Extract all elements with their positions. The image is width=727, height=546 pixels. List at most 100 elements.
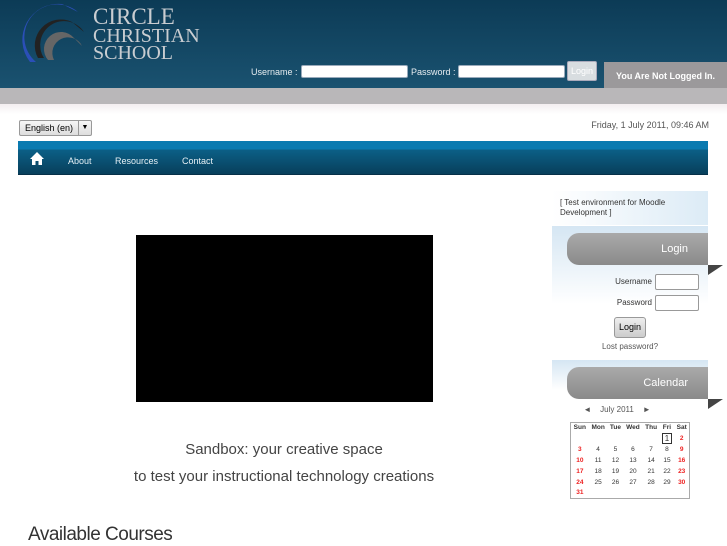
- login-username-label: Username: [615, 277, 652, 286]
- calendar-day-header: Thu: [645, 424, 658, 432]
- calendar-week: 12: [571, 432, 690, 444]
- calendar-day: [571, 433, 589, 444]
- calendar-day-number: 8: [665, 445, 669, 453]
- calendar-day[interactable]: 12: [608, 455, 624, 466]
- calendar-day[interactable]: 26: [608, 477, 624, 488]
- calendar-day[interactable]: 30: [674, 477, 689, 488]
- calendar-day[interactable]: 20: [623, 466, 642, 477]
- header-password-input[interactable]: [458, 65, 565, 78]
- current-date: Friday, 1 July 2011, 09:46 AM: [591, 120, 709, 130]
- calendar-day-number: 4: [596, 445, 600, 453]
- calendar-day-number: 2: [679, 434, 684, 442]
- calendar-day-number: 20: [629, 467, 637, 475]
- calendar-day-number: 26: [611, 478, 620, 486]
- login-button[interactable]: Login: [614, 317, 646, 338]
- calendar-day-number: 29: [663, 478, 671, 486]
- calendar-day-number: 1: [661, 432, 673, 444]
- calendar-day[interactable]: 22: [660, 466, 675, 477]
- header-band: [0, 88, 727, 104]
- calendar-day-number: 27: [629, 478, 637, 486]
- calendar-day[interactable]: 23: [674, 466, 689, 477]
- calendar-day-number: 30: [678, 478, 686, 486]
- calendar-day[interactable]: 8: [660, 444, 675, 455]
- calendar-day[interactable]: 15: [660, 455, 675, 466]
- calendar-day[interactable]: 28: [643, 477, 660, 488]
- calendar-day: [608, 433, 624, 444]
- calendar-day[interactable]: 6: [623, 444, 642, 455]
- calendar-day: [660, 488, 675, 499]
- header-username-input[interactable]: [301, 65, 408, 78]
- calendar-day-number: 10: [576, 456, 584, 464]
- ribbon-fold: [708, 399, 723, 409]
- calendar-week: 10 11 12 13 14 15 16: [571, 455, 690, 466]
- language-value: English (en): [25, 123, 74, 133]
- calendar-day-number: 31: [576, 489, 584, 497]
- calendar-day[interactable]: 21: [643, 466, 660, 477]
- calendar-day[interactable]: 4: [589, 444, 608, 455]
- prev-month-button[interactable]: ◄: [583, 405, 591, 414]
- calendar-day[interactable]: 5: [608, 444, 624, 455]
- calendar-day-number: 22: [663, 467, 671, 475]
- calendar-day[interactable]: 14: [643, 455, 660, 466]
- calendar-day[interactable]: 11: [589, 455, 608, 466]
- calendar-day[interactable]: 16: [674, 455, 689, 466]
- calendar-day[interactable]: 19: [608, 466, 624, 477]
- next-month-button[interactable]: ►: [643, 405, 651, 414]
- nav-resources[interactable]: Resources: [115, 156, 158, 166]
- calendar-week: 3 4 5 6 7 8 9: [571, 444, 690, 455]
- header-fade: [0, 104, 727, 114]
- calendar-day-number: 12: [611, 456, 620, 464]
- calendar-day-number: 28: [647, 478, 655, 486]
- video-player[interactable]: [136, 235, 433, 402]
- school-name-logo: Circle Christian School: [93, 4, 200, 64]
- calendar-day-number: 15: [663, 456, 671, 464]
- calendar-day: [608, 488, 624, 499]
- calendar-day-number: 14: [647, 456, 655, 464]
- lost-password-link[interactable]: Lost password?: [552, 342, 708, 351]
- home-icon[interactable]: [30, 152, 44, 165]
- calendar-day-number: 24: [576, 478, 584, 486]
- nav-about[interactable]: About: [68, 156, 92, 166]
- calendar-day-number: 19: [611, 467, 620, 475]
- calendar-day[interactable]: 1: [660, 432, 675, 444]
- test-environment-note: [ Test environment for Moodle Developmen…: [552, 191, 708, 225]
- tagline-2: to test your instructional technology cr…: [133, 468, 435, 485]
- calendar-day[interactable]: 18: [589, 466, 608, 477]
- calendar-day-number: 6: [631, 445, 635, 453]
- calendar-day[interactable]: 27: [623, 477, 642, 488]
- calendar-day[interactable]: 31: [571, 488, 589, 499]
- calendar-day-header: Wed: [626, 424, 640, 432]
- calendar-month-nav: ◄ July 2011 ►: [552, 405, 682, 414]
- calendar-day[interactable]: 7: [643, 444, 660, 455]
- calendar-day[interactable]: 29: [660, 477, 675, 488]
- calendar-day[interactable]: 13: [623, 455, 642, 466]
- calendar-day-header: Sat: [676, 424, 687, 432]
- login-username-input[interactable]: [655, 274, 699, 290]
- available-courses-heading: Available Courses: [28, 524, 173, 545]
- calendar-day[interactable]: 2: [674, 433, 689, 444]
- language-select[interactable]: English (en) ▼: [19, 120, 92, 136]
- login-block-title: Login: [567, 233, 708, 265]
- school-logo-icon: [22, 3, 84, 63]
- login-password-input[interactable]: [655, 295, 699, 311]
- header-login-button[interactable]: Login: [567, 61, 597, 81]
- calendar-day-header: Fri: [662, 424, 672, 432]
- calendar-day-number: 5: [613, 445, 618, 453]
- calendar-day[interactable]: 9: [674, 444, 689, 455]
- calendar-day-header: Tue: [609, 424, 621, 432]
- calendar-table: Sun Mon Tue Wed Thu Fri Sat 1 2 3 4 5 6 7 8 9 10 11 12 13 14…: [570, 422, 690, 499]
- ribbon-fold: [708, 265, 723, 275]
- calendar-day[interactable]: 24: [571, 477, 589, 488]
- username-label: Username :: [251, 67, 298, 77]
- calendar-day[interactable]: 10: [571, 455, 589, 466]
- nav-contact[interactable]: Contact: [182, 156, 213, 166]
- calendar-week: 31: [571, 488, 690, 499]
- nav-bar: About Resources Contact: [18, 141, 708, 175]
- calendar-day-number: 11: [594, 456, 602, 464]
- calendar-day: [643, 488, 660, 499]
- calendar-day[interactable]: 3: [571, 444, 589, 455]
- calendar-day[interactable]: 17: [571, 466, 589, 477]
- calendar-day[interactable]: 25: [589, 477, 608, 488]
- password-label: Password :: [411, 67, 456, 77]
- calendar-day-number: 23: [678, 467, 686, 475]
